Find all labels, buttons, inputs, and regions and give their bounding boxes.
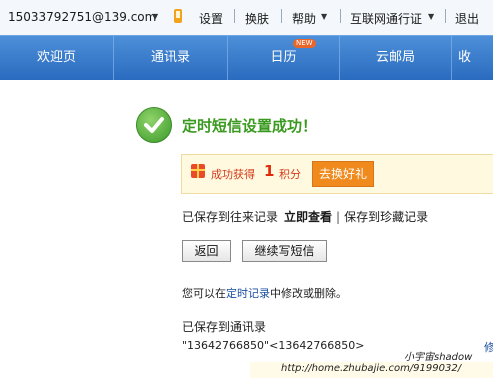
divider: | — [336, 210, 341, 224]
back-button[interactable]: 返回 — [182, 240, 231, 262]
divider — [445, 9, 446, 23]
redeem-gift-button[interactable]: 去换好礼 — [312, 161, 374, 187]
help-menu[interactable]: 帮助 — [292, 10, 316, 27]
chevron-down-icon[interactable]: ▼ — [321, 12, 327, 21]
tab-contacts[interactable]: 通讯录 — [114, 36, 227, 80]
edit-hint: 您可以在定时记录中修改或删除。 — [182, 285, 347, 301]
edit-link[interactable]: 修 — [484, 339, 493, 355]
save-to-collection-link[interactable]: 保存到珍藏记录 — [344, 210, 428, 224]
logout-link[interactable]: 退出 — [455, 10, 479, 27]
account-menu[interactable]: 15033792751@139.com — [8, 10, 156, 24]
tab-welcome[interactable]: 欢迎页 — [0, 36, 113, 80]
main-nav: 欢迎页 通讯录 日历 NEW 云邮局 收 — [0, 35, 493, 80]
contacts-saved-label: 已保存到通讯录 — [182, 320, 267, 334]
watermark-name: 小宇宙shadow — [404, 352, 473, 363]
new-badge: NEW — [293, 39, 316, 48]
points-value: 1 — [264, 162, 275, 180]
divider — [340, 9, 341, 23]
hint-text: 您可以在 — [182, 287, 226, 300]
chevron-down-icon[interactable]: ▼ — [428, 12, 434, 21]
points-suffix: 积分 — [279, 168, 301, 181]
watermark-url: http://home.zhubajie.com/9199032/ — [281, 363, 462, 374]
page-title: 定时短信设置成功！ — [182, 117, 318, 135]
skin-link[interactable]: 换肤 — [245, 10, 269, 27]
success-check-icon — [136, 107, 172, 143]
chevron-down-icon[interactable]: ▼ — [152, 12, 158, 21]
saved-text: 已保存到往来记录 — [182, 210, 279, 224]
continue-writing-button[interactable]: 继续写短信 — [242, 240, 327, 262]
contact-entry: "13642766850"<13642766850> — [182, 339, 365, 352]
divider — [234, 9, 235, 23]
saved-status: 已保存到往来记录 立即查看 | 保存到珍藏记录 — [182, 208, 428, 225]
top-bar: 15033792751@139.com ▼ 设置 换肤 帮助 ▼ 互联网通行证 … — [0, 0, 493, 35]
tab-cloud-post[interactable]: 云邮局 — [340, 36, 451, 80]
mobile-phone-icon[interactable] — [174, 9, 182, 23]
points-prefix: 成功获得 — [211, 168, 255, 181]
divider — [281, 9, 282, 23]
settings-link[interactable]: 设置 — [199, 10, 223, 27]
tab-calendar[interactable]: 日历 — [228, 36, 339, 80]
hint-text: 中修改或删除。 — [270, 287, 347, 300]
view-now-link[interactable]: 立即查看 — [284, 210, 332, 224]
passport-menu[interactable]: 互联网通行证 — [350, 10, 422, 27]
gift-icon — [191, 164, 205, 178]
tab-favorites[interactable]: 收 — [452, 36, 493, 80]
scheduled-records-link[interactable]: 定时记录 — [226, 287, 270, 300]
